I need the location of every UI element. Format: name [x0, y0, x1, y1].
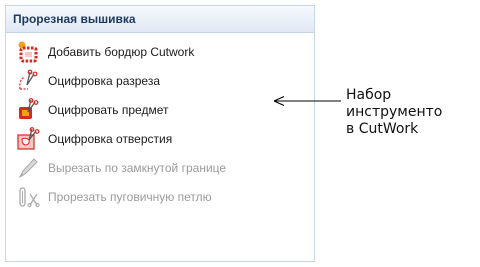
add-cutwork-border-icon [16, 40, 40, 64]
tool-add-cutwork-border[interactable]: Добавить бордюр Cutwork [16, 40, 194, 64]
cutwork-toolbox-panel: Прорезная вышивка Добавить бордюр Cutwor… [5, 5, 315, 262]
tool-label: Вырезать по замкнутой границе [48, 161, 227, 175]
cut-closed-boundary-icon [16, 156, 40, 180]
tool-cut-closed-boundary[interactable]: Вырезать по замкнутой границе [16, 156, 226, 180]
tool-label: Прорезать пуговичную петлю [48, 190, 212, 204]
tool-digitize-cut[interactable]: Оцифровка разреза [16, 69, 160, 93]
tool-label: Оцифровка отверстия [48, 132, 173, 146]
callout-arrow-icon [273, 96, 341, 106]
tool-label: Добавить бордюр Cutwork [48, 45, 195, 59]
tool-label: Оцифровать предмет [48, 103, 169, 117]
callout-label: Набор инструменто в CutWork [346, 87, 443, 137]
screenshot-stage: Прорезная вышивка Добавить бордюр Cutwor… [0, 0, 480, 267]
digitize-hole-icon [16, 127, 40, 151]
digitize-object-icon [16, 98, 40, 122]
tool-cut-buttonhole[interactable]: Прорезать пуговичную петлю [16, 185, 212, 209]
tool-label: Оцифровка разреза [48, 74, 161, 88]
tool-digitize-object[interactable]: Оцифровать предмет [16, 98, 168, 122]
cut-buttonhole-icon [16, 185, 40, 209]
tool-digitize-hole[interactable]: Оцифровка отверстия [16, 127, 172, 151]
panel-title: Прорезная вышивка [6, 6, 314, 33]
digitize-cut-icon [16, 69, 40, 93]
